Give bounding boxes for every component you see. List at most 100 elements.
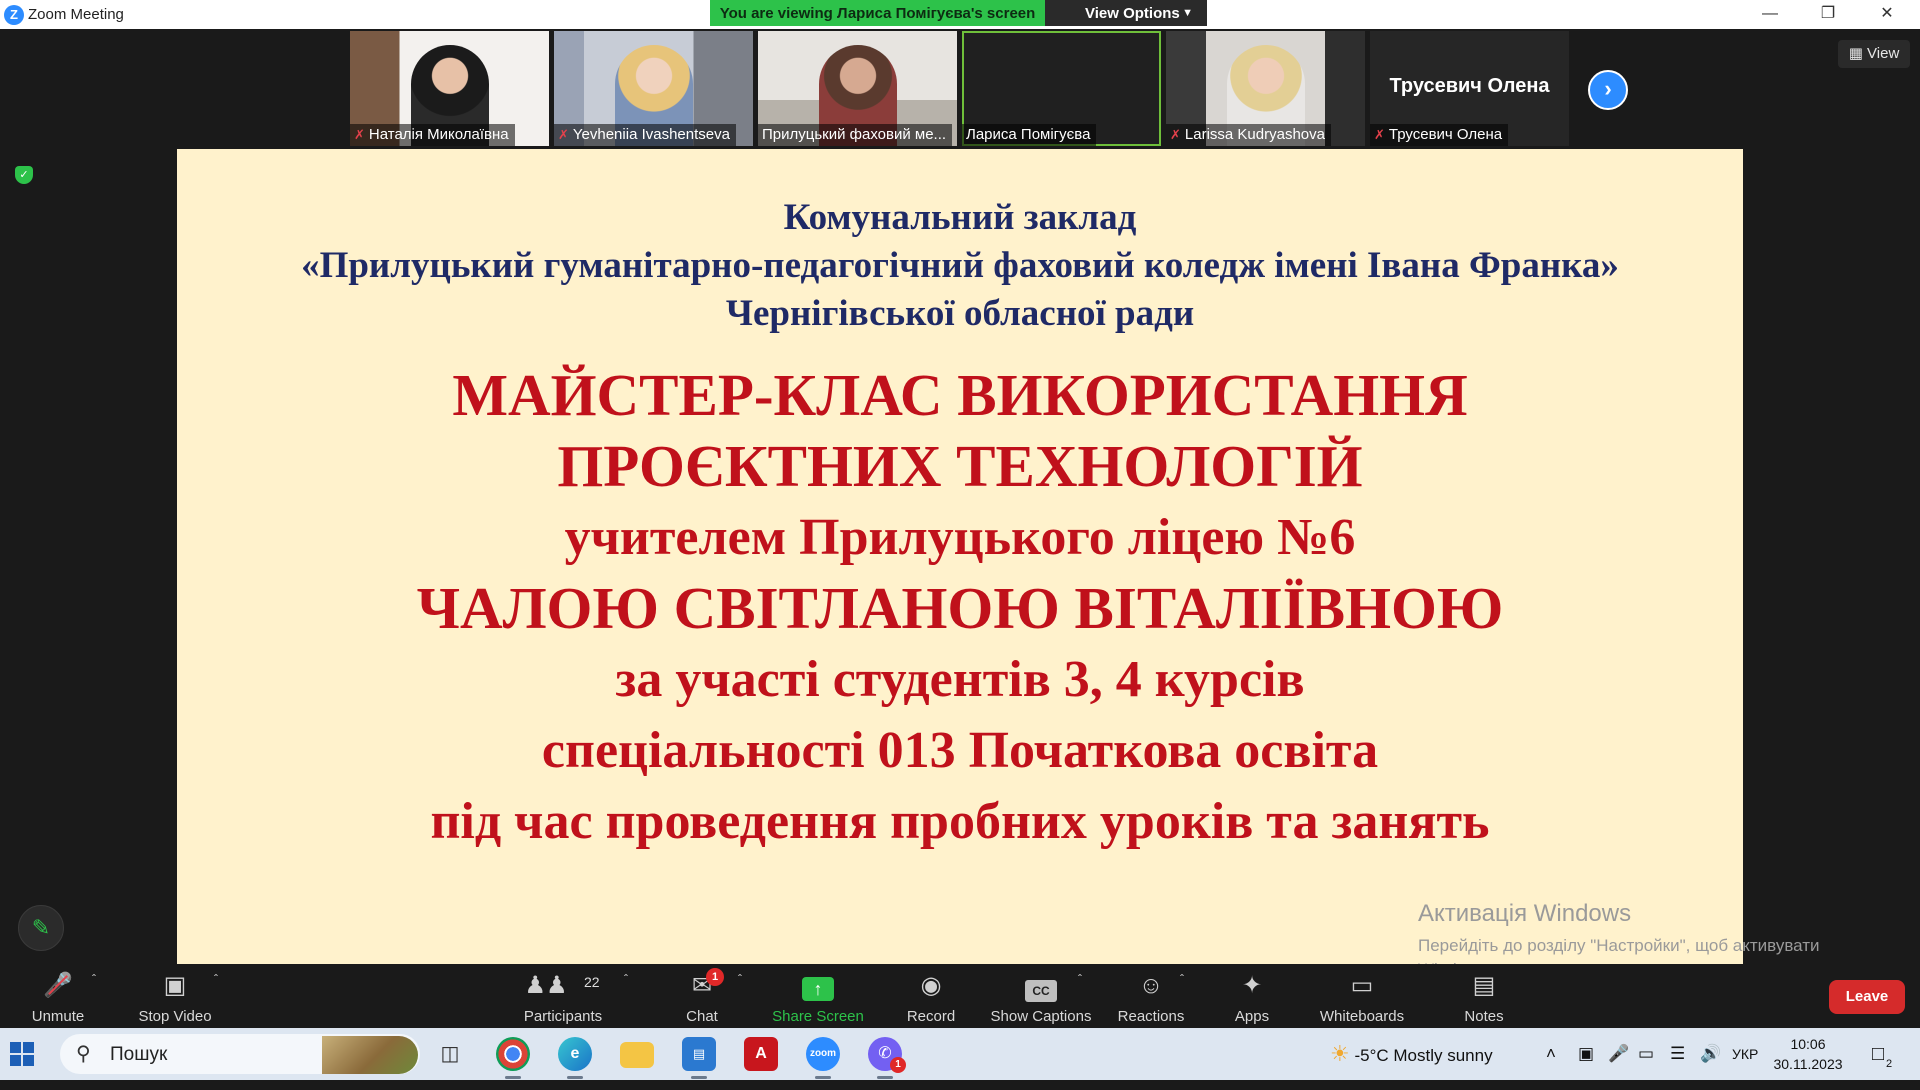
taskbar-search-box[interactable]: ⚲ Пошук [60,1034,420,1074]
chat-button[interactable]: ✉ 1 Chat [670,964,734,1028]
notifications-icon[interactable]: □ 2 [1872,1028,1892,1080]
record-button[interactable]: ◉ Record [896,964,966,1028]
participant-name-tag: Прилуцький фаховий ме... [758,124,953,146]
stop-video-button[interactable]: ▣ Stop Video [130,964,220,1028]
unmute-button[interactable]: 🎤 Unmute [18,964,98,1028]
share-screen-button[interactable]: ↑ Share Screen [768,964,868,1028]
task-view-icon[interactable]: ◫ [433,1037,467,1071]
pencil-icon: ✎ [31,915,51,940]
muted-mic-icon: ✗ [1170,127,1181,142]
slide-body-line: за участі студентів 3, 4 курсів [615,651,1305,708]
windows-start-icon[interactable] [10,1042,34,1066]
clock-date: 30.11.2023 [1773,1056,1843,1072]
participant-thumbnail[interactable]: ✗ Larissa Kudryashova [1166,31,1365,146]
view-options-dropdown[interactable]: View Options ▼ [1045,0,1207,26]
caret-up-icon: ˆ [92,972,96,986]
participants-options-caret[interactable]: ˆ [620,964,640,1028]
mic-muted-icon: 🎤 [43,972,73,1000]
notes-icon: ▤ [1472,972,1496,999]
chat-unread-badge: 1 [706,968,724,986]
slide-title-line: ПРОЄКТНИХ ТЕХНОЛОГІЙ [557,433,1363,499]
search-highlight-image [322,1036,418,1074]
document-app-icon[interactable]: ▤ [682,1037,716,1079]
record-icon: ◉ [920,972,942,999]
viber-badge: 1 [890,1057,906,1073]
participant-name-tag: ✗ Larissa Kudryashova [1166,124,1331,146]
captions-options-caret[interactable]: ˆ [1074,964,1094,1028]
caret-up-icon: ˆ [214,972,218,986]
window-title: Zoom Meeting [28,6,124,23]
participants-count: 22 [584,974,600,990]
slide-body-line: під час проведення пробних уроків та зан… [430,793,1490,850]
annotate-pencil-button[interactable]: ✎ [18,905,64,951]
pdf-reader-icon[interactable]: A [744,1037,778,1071]
activation-title: Активація Windows [1418,900,1632,927]
windows-taskbar: ⚲ Пошук ◫ e ▤ A zoom ✆ 1 ☀ -5°C Mostly s… [0,1028,1920,1080]
slide-body-line: спеціальності 013 Початкова освіта [541,722,1379,779]
emoji-smiley-icon: ☺ [1138,972,1164,999]
view-button[interactable]: ▦ View [1838,40,1910,68]
leave-button[interactable]: Leave [1829,980,1905,1014]
participant-name-tag: ✗ Трусевич Олена [1370,124,1509,146]
restore-button[interactable]: ❐ [1805,0,1851,29]
next-page-button[interactable]: › [1588,70,1628,110]
participant-thumbnail[interactable]: ✗ Yevheniia Ivashentseva [554,31,753,146]
slide-title-line: МАЙСТЕР-КЛАС ВИКОРИСТАННЯ [452,362,1468,428]
participant-thumbnail[interactable]: ✗ Наталія Миколаївна [350,31,549,146]
battery-icon[interactable]: ▭ [1638,1028,1654,1080]
meet-now-icon[interactable]: ▣ [1578,1028,1594,1080]
chevron-right-icon: › [1604,76,1612,101]
notes-button[interactable]: ▤ Notes [1456,964,1512,1028]
security-shield-icon[interactable]: ✓ [15,166,33,184]
whiteboard-icon: ▭ [1350,972,1374,999]
participant-thumbnail[interactable]: Прилуцький фаховий ме... [758,31,957,146]
viewing-screen-label: You are viewing Лариса Помігуєва's scree… [710,0,1045,26]
zoom-taskbar-icon[interactable]: zoom [806,1037,840,1079]
audio-options-caret[interactable]: ˆ [88,964,108,1028]
reactions-options-caret[interactable]: ˆ [1176,964,1196,1028]
participant-name-tag: ✗ Наталія Миколаївна [350,124,515,146]
view-options-label: View Options [1085,5,1180,22]
whiteboards-button[interactable]: ▭ Whiteboards [1314,964,1410,1028]
grid-icon: ▦ [1848,45,1863,62]
muted-mic-icon: ✗ [354,127,365,142]
apps-icon: ✦ [1241,972,1263,999]
slide-header-line: Комунальний заклад [783,197,1137,238]
notifications-count: 2 [1886,1058,1893,1070]
microphone-tray-icon[interactable]: 🎤 [1608,1028,1629,1080]
participant-name-tag: ✗ Yevheniia Ivashentseva [554,124,736,146]
minimize-button[interactable]: — [1747,0,1793,29]
language-indicator[interactable]: УКР [1732,1028,1758,1080]
slide-body-line: ЧАЛОЮ СВІТЛАНОЮ ВІТАЛІЇВНОЮ [416,575,1504,641]
participant-display-name: Трусевич Олена [1389,75,1550,97]
chrome-icon[interactable] [496,1037,530,1079]
slide-body-line: учителем Прилуцького ліцею №6 [564,509,1356,566]
video-options-caret[interactable]: ˆ [210,964,230,1028]
edge-icon[interactable]: e [558,1037,592,1079]
chat-options-caret[interactable]: ˆ [734,964,754,1028]
show-hidden-icons-chevron[interactable]: ˄ [1546,1028,1556,1080]
viber-icon[interactable]: ✆ 1 [868,1037,906,1079]
weather-sun-icon: ☀ [1330,1041,1350,1066]
search-icon: ⚲ [76,1043,91,1065]
participants-icon: ♟♟ [524,972,568,999]
caret-up-icon: ˆ [624,972,628,986]
caret-up-icon: ˆ [738,972,742,986]
participant-name-tag: Лариса Помігуєва [962,124,1097,146]
caret-up-icon: ˆ [1180,972,1184,986]
close-button[interactable]: ✕ [1864,0,1910,29]
muted-mic-icon: ✗ [558,127,569,142]
video-camera-icon: ▣ [163,972,187,999]
file-explorer-icon[interactable] [620,1042,654,1068]
participants-button[interactable]: ♟♟ 22 Participants [516,964,610,1028]
share-screen-icon: ↑ [802,974,834,1002]
zoom-logo-icon: Z [4,5,24,25]
volume-icon[interactable]: 🔊 [1700,1028,1721,1080]
participant-thumbnail[interactable]: Трусевич Олена ✗ Трусевич Олена [1370,31,1569,146]
taskbar-clock[interactable]: 10:06 30.11.2023 [1768,1034,1848,1074]
weather-widget[interactable]: ☀ -5°C Mostly sunny [1330,1028,1493,1080]
wifi-icon[interactable]: ☰ [1670,1028,1685,1080]
slide-header-line: «Прилуцький гуманітарно-педагогічний фах… [301,245,1619,286]
apps-button[interactable]: ✦ Apps [1226,964,1278,1028]
participant-thumbnail-active-speaker[interactable]: Лариса Помігуєва [962,31,1161,146]
